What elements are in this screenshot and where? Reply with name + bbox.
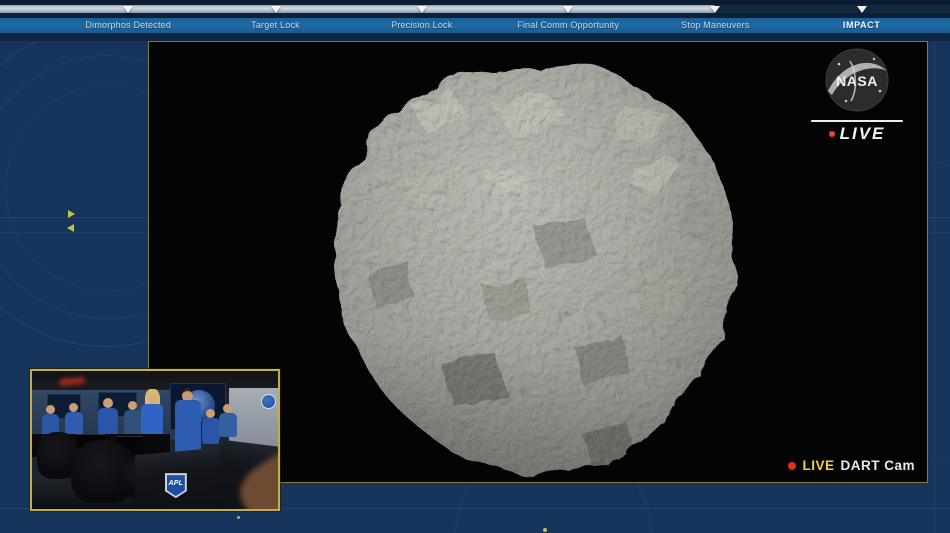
timeline-progress-track bbox=[0, 5, 950, 13]
decor-dot bbox=[237, 516, 240, 519]
apl-shield-label: APL bbox=[167, 475, 185, 496]
mission-control-pip: APL bbox=[30, 369, 280, 511]
person-figure bbox=[46, 405, 55, 414]
milestone-label-impact: IMPACT bbox=[843, 18, 880, 33]
milestone-marker-precision-lock bbox=[417, 6, 427, 13]
milestone-marker-impact bbox=[857, 6, 867, 13]
nasa-live-bug: NASA LIVE bbox=[807, 47, 907, 144]
live-red-dot-icon bbox=[829, 131, 835, 137]
svg-text:NASA: NASA bbox=[836, 73, 878, 89]
person-figure bbox=[69, 403, 78, 412]
person-figure bbox=[128, 401, 137, 410]
background-line bbox=[934, 33, 935, 533]
milestone-label-target-lock: Target Lock bbox=[251, 18, 300, 33]
milestone-label-final-comm-opportunity: Final Comm Opportunity bbox=[517, 18, 619, 33]
milestone-label-stop-maneuvers: Stop Maneuvers bbox=[681, 18, 749, 33]
camera-live-label: LIVE bbox=[802, 458, 834, 473]
timeline-progress-fill bbox=[0, 5, 716, 13]
milestone-marker-final-comm-opportunity bbox=[563, 6, 573, 13]
camera-name-label: DART Cam bbox=[840, 458, 915, 473]
nasa-meatball-icon: NASA bbox=[824, 47, 890, 113]
broadcast-frame: Dimorphos Detected Target Lock Precision… bbox=[0, 0, 950, 533]
milestone-marker-dimorphos-detected bbox=[123, 6, 133, 13]
decor-arrow-right-icon bbox=[68, 210, 75, 218]
milestone-marker-target-lock bbox=[271, 6, 281, 13]
milestone-marker-stop-maneuvers bbox=[710, 6, 720, 13]
dart-cam-badge: LIVE DART Cam bbox=[788, 458, 915, 473]
decor-dot bbox=[543, 528, 547, 532]
person-figure bbox=[219, 413, 237, 437]
decor-arrow-left-icon bbox=[67, 224, 74, 232]
live-divider bbox=[811, 120, 903, 122]
person-figure bbox=[223, 404, 232, 413]
live-badge: LIVE bbox=[840, 124, 886, 144]
timeline-header: Dimorphos Detected Target Lock Precision… bbox=[0, 0, 950, 41]
person-figure bbox=[148, 393, 158, 404]
person-figure bbox=[103, 398, 113, 408]
person-figure bbox=[202, 418, 220, 444]
live-red-dot-icon bbox=[788, 462, 796, 470]
person-figure bbox=[124, 410, 142, 437]
milestone-label-dimorphos-detected: Dimorphos Detected bbox=[85, 18, 171, 33]
milestone-label-precision-lock: Precision Lock bbox=[391, 18, 452, 33]
person-figure bbox=[206, 409, 215, 418]
timeline-band: Dimorphos Detected Target Lock Precision… bbox=[0, 18, 950, 33]
